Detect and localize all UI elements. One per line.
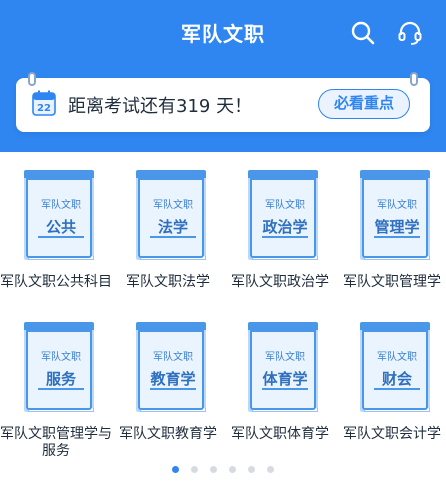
calendar-day: 22 (37, 103, 51, 114)
calendar-icon: 22 (32, 90, 56, 116)
book-subtitle: 军队文职 (153, 352, 193, 363)
countdown-text: 距离考试还有319 天！ (68, 96, 253, 117)
page-dot[interactable] (191, 466, 198, 473)
book-subtitle: 军队文职 (265, 200, 305, 211)
page-dot[interactable] (229, 466, 236, 473)
subject-label: 军队文职公共科目 (0, 274, 112, 290)
book-subtitle: 军队文职 (377, 352, 417, 363)
book-subtitle: 军队文职 (153, 200, 193, 211)
book-icon: 军队文职 管理学 (350, 170, 434, 264)
book-title: 服务 (28, 368, 94, 390)
subject-label: 军队文职体育学 (231, 426, 329, 442)
page-dot[interactable] (248, 466, 255, 473)
book-icon: 军队文职 体育学 (238, 322, 322, 416)
book-icon: 军队文职 公共 (14, 170, 98, 264)
book-subtitle: 军队文职 (41, 200, 81, 211)
book-title: 教育学 (140, 368, 206, 390)
page-dot[interactable] (210, 466, 217, 473)
subject-label: 军队文职会计学 (343, 426, 441, 442)
book-title: 政治学 (252, 216, 318, 238)
book-icon: 军队文职 法学 (126, 170, 210, 264)
page-dot[interactable] (267, 466, 274, 473)
subject-label: 军队文职法学 (126, 274, 210, 290)
page-dot-active[interactable] (172, 466, 179, 473)
binder-ring (28, 72, 36, 86)
book-title: 法学 (140, 216, 206, 238)
book-subtitle: 军队文职 (265, 352, 305, 363)
book-subtitle: 军队文职 (41, 352, 81, 363)
book-icon: 军队文职 政治学 (238, 170, 322, 264)
book-icon: 军队文职 教育学 (126, 322, 210, 416)
book-title: 财会 (364, 368, 430, 390)
binder-ring (410, 72, 418, 86)
book-icon: 军队文职 财会 (350, 322, 434, 416)
subject-label: 军队文职政治学 (231, 274, 329, 290)
subject-label: 军队文职管理学 (343, 274, 441, 290)
book-subtitle: 军队文职 (377, 200, 417, 211)
page-title: 军队文职 (181, 22, 265, 46)
book-title: 公共 (28, 216, 94, 238)
must-see-button[interactable]: 必看重点 (318, 89, 410, 119)
headset-icon[interactable] (397, 20, 423, 46)
page-indicator (0, 466, 446, 473)
exam-countdown-card: 22 距离考试还有319 天！ 必看重点 (16, 72, 430, 132)
book-title: 体育学 (252, 368, 318, 390)
subject-label: 军队文职教育学 (119, 426, 217, 442)
book-icon: 军队文职 服务 (14, 322, 98, 416)
search-icon[interactable] (350, 20, 376, 46)
subject-label: 军队文职管理学与服务 (0, 426, 112, 459)
book-title: 管理学 (364, 216, 430, 238)
